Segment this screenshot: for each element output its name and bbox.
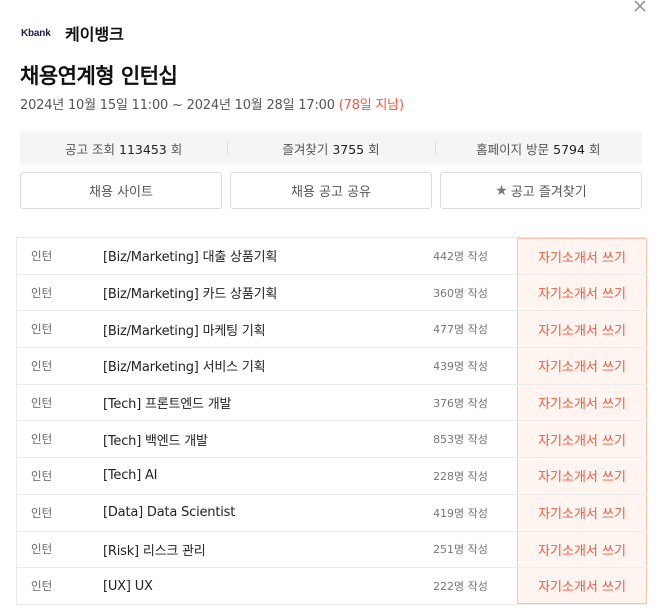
table-row: 인턴 [Biz/Marketing] 대출 상품기획 442명 작성 자기소개서… <box>17 238 647 275</box>
applicant-count: 477명 작성 <box>433 323 488 337</box>
write-cover-letter-button[interactable]: 자기소개서 쓰기 <box>517 494 647 531</box>
position-type: 인턴 <box>31 579 53 594</box>
position-type: 인턴 <box>31 395 53 410</box>
write-cover-letter-button[interactable]: 자기소개서 쓰기 <box>517 421 647 458</box>
applicant-count: 853명 작성 <box>433 433 488 447</box>
table-row: 인턴 [Biz/Marketing] 서비스 기획 439명 작성 자기소개서 … <box>17 348 647 385</box>
position-name: [UX] UX <box>103 578 153 594</box>
table-row: 인턴 [Biz/Marketing] 마케팅 기획 477명 작성 자기소개서 … <box>17 311 647 349</box>
position-type: 인턴 <box>31 358 53 373</box>
applicant-count: 442명 작성 <box>433 249 488 263</box>
position-name: [Risk] 리스크 관리 <box>103 543 206 559</box>
position-type: 인턴 <box>31 285 53 300</box>
position-type: 인턴 <box>31 248 53 263</box>
company-logo: Kbank <box>21 27 51 39</box>
period-range: 2024년 10월 15일 11:00 ~ 2024년 10월 28일 17:0… <box>20 98 335 113</box>
table-row: 인턴 [Tech] AI 228명 작성 자기소개서 쓰기 <box>17 458 647 495</box>
stats-bar: 공고 조회 113453 회 즐겨찾기 3755 회 홈페이지 방문 5794 … <box>20 131 642 165</box>
write-cover-letter-button[interactable]: 자기소개서 쓰기 <box>517 348 647 384</box>
page-title: 채용연계형 인턴십 <box>20 64 178 88</box>
share-posting-button[interactable]: 채용 공고 공유 <box>230 172 432 209</box>
position-name: [Data] Data Scientist <box>103 505 236 521</box>
position-name: [Tech] AI <box>103 468 158 484</box>
position-name: [Tech] 프론트엔드 개발 <box>103 397 232 413</box>
write-cover-letter-button[interactable]: 자기소개서 쓰기 <box>517 531 647 568</box>
stat-favorites-value: 3755 <box>332 141 365 157</box>
table-row: 인턴 [Biz/Marketing] 카드 상품기획 360명 작성 자기소개서… <box>17 274 647 312</box>
write-cover-letter-button[interactable]: 자기소개서 쓰기 <box>517 238 647 274</box>
favorite-posting-button[interactable]: ★ 공고 즐겨찾기 <box>440 172 642 209</box>
table-row: 인턴 [UX] UX 222명 작성 자기소개서 쓰기 <box>17 568 647 605</box>
table-row: 인턴 [Risk] 리스크 관리 251명 작성 자기소개서 쓰기 <box>17 531 647 569</box>
applicant-count: 228명 작성 <box>433 469 488 483</box>
position-name: [Biz/Marketing] 대출 상품기획 <box>103 250 278 266</box>
stat-views-value: 113453 <box>119 141 167 157</box>
recruit-period: 2024년 10월 15일 11:00 ~ 2024년 10월 28일 17:0… <box>20 94 404 113</box>
position-type: 인턴 <box>31 468 53 483</box>
table-row: 인턴 [Tech] 백엔드 개발 853명 작성 자기소개서 쓰기 <box>17 421 647 459</box>
position-name: [Biz/Marketing] 마케팅 기획 <box>103 323 266 339</box>
stat-views-label: 공고 조회 <box>65 141 116 157</box>
applicant-count: 222명 작성 <box>433 580 488 594</box>
write-cover-letter-button[interactable]: 자기소개서 쓰기 <box>517 568 647 604</box>
write-cover-letter-button[interactable]: 자기소개서 쓰기 <box>517 458 647 494</box>
company-header: Kbank 케이뱅크 <box>21 22 124 44</box>
favorite-posting-label: 공고 즐겨찾기 <box>510 185 587 200</box>
stat-favorites-label: 즐겨찾기 <box>282 141 329 157</box>
write-cover-letter-button[interactable]: 자기소개서 쓰기 <box>517 311 647 348</box>
position-name: [Biz/Marketing] 서비스 기획 <box>103 360 266 376</box>
stat-views: 공고 조회 113453 회 <box>20 139 227 158</box>
share-posting-label: 채용 공고 공유 <box>290 185 372 200</box>
position-name: [Biz/Marketing] 카드 상품기획 <box>103 287 278 303</box>
write-cover-letter-button[interactable]: 자기소개서 쓰기 <box>517 384 647 421</box>
dday-badge: (78일 지남) <box>338 98 404 113</box>
stat-favorites-unit: 회 <box>368 141 380 157</box>
write-cover-letter-button[interactable]: 자기소개서 쓰기 <box>517 274 647 311</box>
stat-homepage-value: 5794 <box>553 141 585 157</box>
applicant-count: 419명 작성 <box>433 506 488 520</box>
close-icon[interactable] <box>633 0 655 16</box>
position-type: 인턴 <box>31 432 53 447</box>
applicant-count: 360명 작성 <box>433 286 488 300</box>
position-type: 인턴 <box>31 505 53 520</box>
applicant-count: 376명 작성 <box>433 396 488 410</box>
recruit-site-button[interactable]: 채용 사이트 <box>20 172 222 209</box>
table-row: 인턴 [Tech] 프론트엔드 개발 376명 작성 자기소개서 쓰기 <box>17 384 647 422</box>
stat-homepage-label: 홈페이지 방문 <box>476 141 550 157</box>
position-list: 인턴 [Biz/Marketing] 대출 상품기획 442명 작성 자기소개서… <box>16 237 647 605</box>
table-row: 인턴 [Data] Data Scientist 419명 작성 자기소개서 쓰… <box>17 494 647 532</box>
company-name: 케이뱅크 <box>65 25 124 44</box>
position-type: 인턴 <box>31 542 53 557</box>
star-icon: ★ <box>495 182 508 199</box>
applicant-count: 251명 작성 <box>433 543 488 557</box>
stat-favorites: 즐겨찾기 3755 회 <box>227 139 434 158</box>
stat-homepage-unit: 회 <box>588 141 601 157</box>
applicant-count: 439명 작성 <box>433 359 488 373</box>
action-buttons: 채용 사이트 채용 공고 공유 ★ 공고 즐겨찾기 <box>20 172 642 209</box>
recruit-site-label: 채용 사이트 <box>89 185 153 200</box>
position-type: 인턴 <box>31 322 53 337</box>
position-name: [Tech] 백엔드 개발 <box>103 433 208 449</box>
stat-views-unit: 회 <box>170 141 183 157</box>
stat-homepage: 홈페이지 방문 5794 회 <box>434 139 642 158</box>
